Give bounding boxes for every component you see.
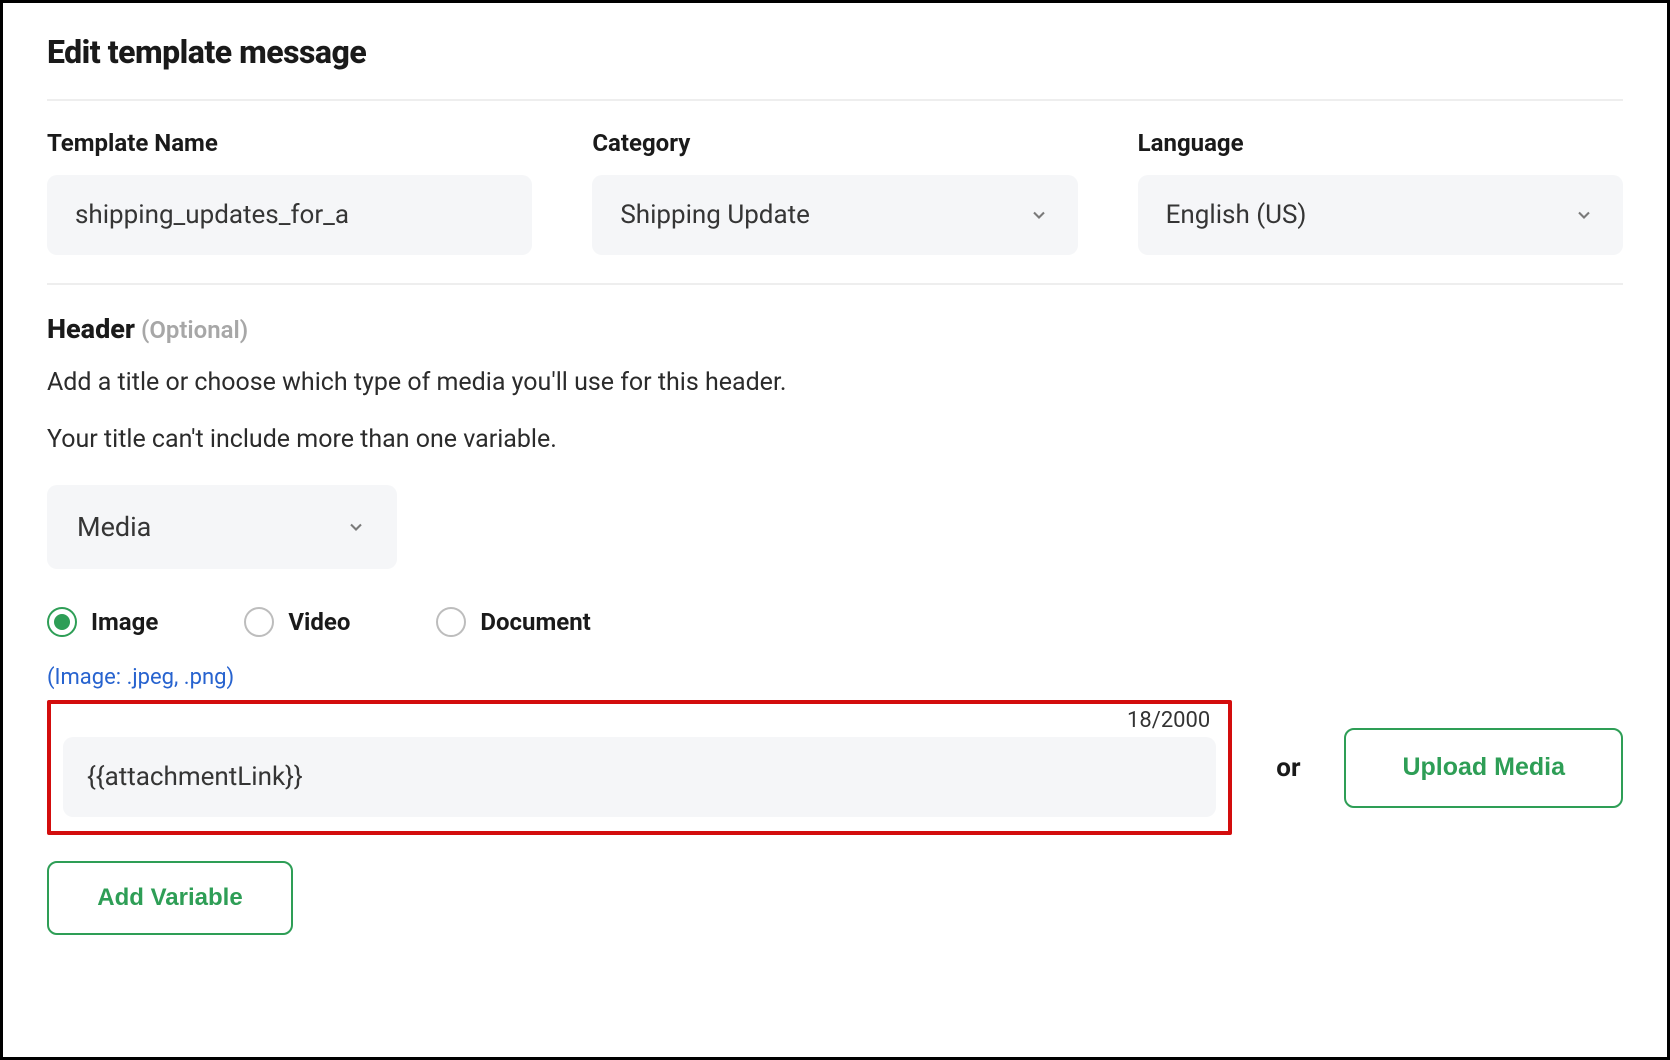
divider bbox=[47, 99, 1623, 101]
radio-video-label: Video bbox=[288, 608, 350, 636]
attachment-link-input[interactable] bbox=[63, 737, 1216, 817]
top-fields-row: Template Name Category Shipping Update L… bbox=[47, 129, 1623, 255]
divider bbox=[47, 283, 1623, 285]
header-type-select[interactable]: Media bbox=[47, 485, 397, 569]
category-value: Shipping Update bbox=[620, 200, 810, 230]
radio-document[interactable]: Document bbox=[436, 607, 590, 637]
template-name-input[interactable] bbox=[47, 175, 532, 255]
radio-image[interactable]: Image bbox=[47, 607, 158, 637]
or-text: or bbox=[1276, 753, 1300, 783]
image-format-hint: (Image: .jpeg, .png) bbox=[47, 665, 1623, 690]
radio-icon bbox=[436, 607, 466, 637]
chevron-down-icon bbox=[1028, 204, 1050, 226]
category-label: Category bbox=[592, 129, 1077, 157]
header-desc-1: Add a title or choose which type of medi… bbox=[47, 365, 1623, 400]
template-name-field: Template Name bbox=[47, 129, 532, 255]
language-value: English (US) bbox=[1166, 200, 1307, 230]
char-counter: 18/2000 bbox=[63, 708, 1216, 733]
category-field: Category Shipping Update bbox=[592, 129, 1077, 255]
header-section-title: Header bbox=[47, 313, 135, 345]
header-section-title-line: Header (Optional) bbox=[47, 313, 1623, 345]
add-variable-button[interactable]: Add Variable bbox=[47, 861, 293, 935]
category-select[interactable]: Shipping Update bbox=[592, 175, 1077, 255]
page-title: Edit template message bbox=[47, 33, 1623, 71]
radio-image-label: Image bbox=[91, 608, 158, 636]
language-select[interactable]: English (US) bbox=[1138, 175, 1623, 255]
header-type-value: Media bbox=[77, 511, 151, 543]
header-desc-2: Your title can't include more than one v… bbox=[47, 422, 1623, 457]
radio-icon bbox=[244, 607, 274, 637]
language-label: Language bbox=[1138, 129, 1623, 157]
chevron-down-icon bbox=[1573, 204, 1595, 226]
media-type-radios: Image Video Document bbox=[47, 607, 1623, 637]
attachment-row: 18/2000 or Upload Media bbox=[47, 700, 1623, 835]
chevron-down-icon bbox=[345, 516, 367, 538]
language-field: Language English (US) bbox=[1138, 129, 1623, 255]
radio-icon bbox=[47, 607, 77, 637]
upload-media-button[interactable]: Upload Media bbox=[1344, 728, 1623, 808]
radio-document-label: Document bbox=[480, 608, 590, 636]
attachment-link-highlight: 18/2000 bbox=[47, 700, 1232, 835]
radio-video[interactable]: Video bbox=[244, 607, 350, 637]
optional-tag: (Optional) bbox=[141, 316, 248, 344]
edit-template-form: Edit template message Template Name Cate… bbox=[0, 0, 1670, 1060]
template-name-label: Template Name bbox=[47, 129, 532, 157]
